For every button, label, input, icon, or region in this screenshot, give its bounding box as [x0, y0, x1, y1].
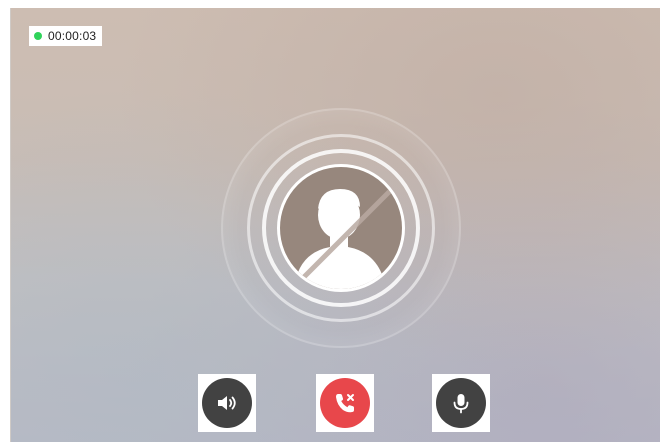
connection-status-dot	[34, 32, 42, 40]
call-window: 00:00:03	[10, 8, 660, 442]
person-silhouette-icon	[294, 186, 395, 289]
speaker-button[interactable]	[198, 374, 256, 432]
speaker-button-circle[interactable]	[202, 378, 252, 428]
phone-hangup-icon	[336, 394, 354, 413]
microphone-button[interactable]	[432, 374, 490, 432]
hang-up-button-circle[interactable]	[320, 378, 370, 428]
speaker-icon	[218, 396, 236, 410]
caller-avatar	[277, 164, 405, 292]
call-timer-badge: 00:00:03	[29, 26, 103, 46]
call-duration: 00:00:03	[48, 29, 97, 43]
microphone-icon	[453, 394, 469, 414]
microphone-button-circle[interactable]	[436, 378, 486, 428]
hang-up-button[interactable]	[316, 374, 374, 432]
